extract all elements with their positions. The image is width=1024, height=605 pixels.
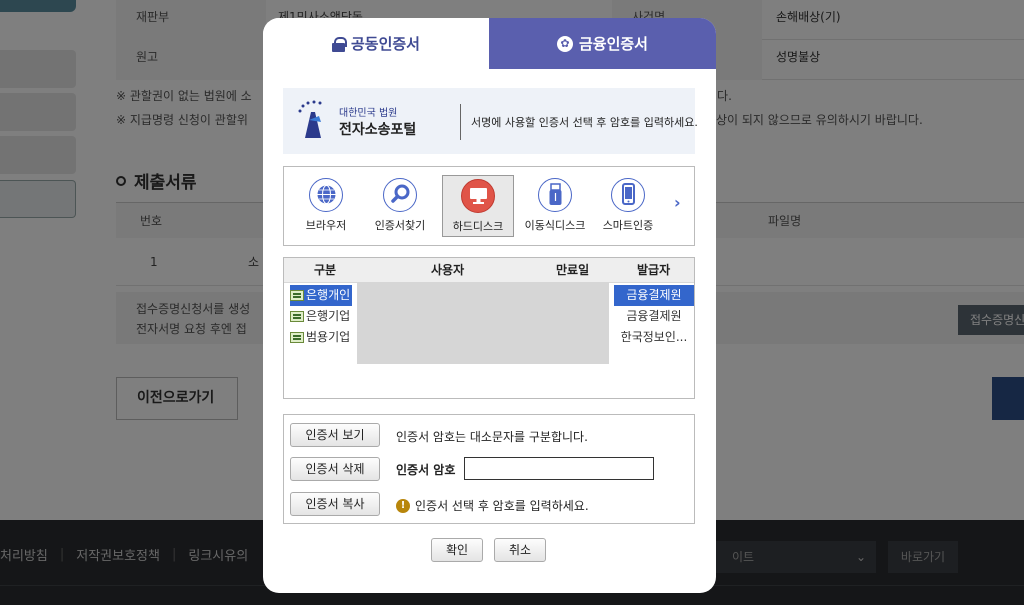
- storage-smart-auth[interactable]: 스마트인증: [592, 175, 664, 237]
- financial-cert-icon: ✿: [556, 35, 573, 52]
- ok-button[interactable]: 확인: [431, 538, 483, 562]
- col-expiry: 만료일: [556, 263, 590, 277]
- storage-selector: 브라우저 인증서찾기 하드디스크 이동식디스크 스마트인증 ›: [283, 166, 695, 246]
- usb-icon: [538, 178, 572, 212]
- certificate-icon: [290, 332, 304, 343]
- chevron-right-icon[interactable]: ›: [674, 193, 681, 212]
- delete-cert-button[interactable]: 인증서 삭제: [290, 457, 380, 481]
- banner-message: 서명에 사용할 인증서 선택 후 암호를 입력하세요.: [471, 116, 698, 129]
- logo-title: 전자소송포털: [339, 122, 417, 138]
- monitor-icon: [461, 179, 495, 213]
- search-icon: [383, 178, 417, 212]
- warning-message: ! 인증서 선택 후 암호를 입력하세요.: [396, 497, 589, 514]
- cancel-button[interactable]: 취소: [494, 538, 546, 562]
- password-field[interactable]: [464, 457, 654, 480]
- case-hint: 인증서 암호는 대소문자를 구분합니다.: [396, 430, 588, 444]
- logo-subtitle: 대한민국 법원: [339, 108, 398, 119]
- storage-removable-disk[interactable]: 이동식디스크: [519, 175, 591, 237]
- cert-actions-box: 인증서 보기 인증서 암호는 대소문자를 구분합니다. 인증서 삭제 인증서 암…: [283, 414, 695, 524]
- certificate-icon: [290, 290, 304, 301]
- col-type: 구분: [314, 263, 337, 277]
- tab-public-cert[interactable]: 공동인증서: [263, 18, 489, 69]
- globe-icon: [309, 178, 343, 212]
- certificate-list: 구분 사용자 만료일 발급자 은행개인 금융결제원 은행기업 금융결제원 범용기…: [283, 257, 695, 399]
- copy-cert-button[interactable]: 인증서 복사: [290, 492, 380, 516]
- storage-browser[interactable]: 브라우저: [290, 175, 362, 237]
- cert-tabs: 공동인증서 ✿ 금융인증서: [263, 18, 716, 69]
- col-issuer: 발급자: [637, 263, 671, 277]
- cert-list-header: 구분 사용자 만료일 발급자: [284, 258, 694, 283]
- col-user: 사용자: [431, 263, 465, 277]
- storage-find-cert[interactable]: 인증서찾기: [364, 175, 436, 237]
- certificate-dialog: 공동인증서 ✿ 금융인증서 대한민국 법원 전자소송포털 서명에 사용할 인증서…: [263, 18, 716, 593]
- tab-financial-cert[interactable]: ✿ 금융인증서: [489, 18, 716, 69]
- view-cert-button[interactable]: 인증서 보기: [290, 423, 380, 447]
- phone-icon: [611, 178, 645, 212]
- password-label: 인증서 암호: [396, 463, 456, 477]
- court-logo-icon: [298, 100, 322, 138]
- court-banner: 대한민국 법원 전자소송포털 서명에 사용할 인증서 선택 후 암호를 입력하세…: [283, 88, 698, 154]
- certificate-icon: [290, 311, 304, 322]
- lock-icon: [331, 36, 347, 52]
- storage-hard-disk[interactable]: 하드디스크: [442, 175, 514, 237]
- warning-icon: !: [396, 498, 410, 513]
- redaction-mask: [357, 282, 609, 364]
